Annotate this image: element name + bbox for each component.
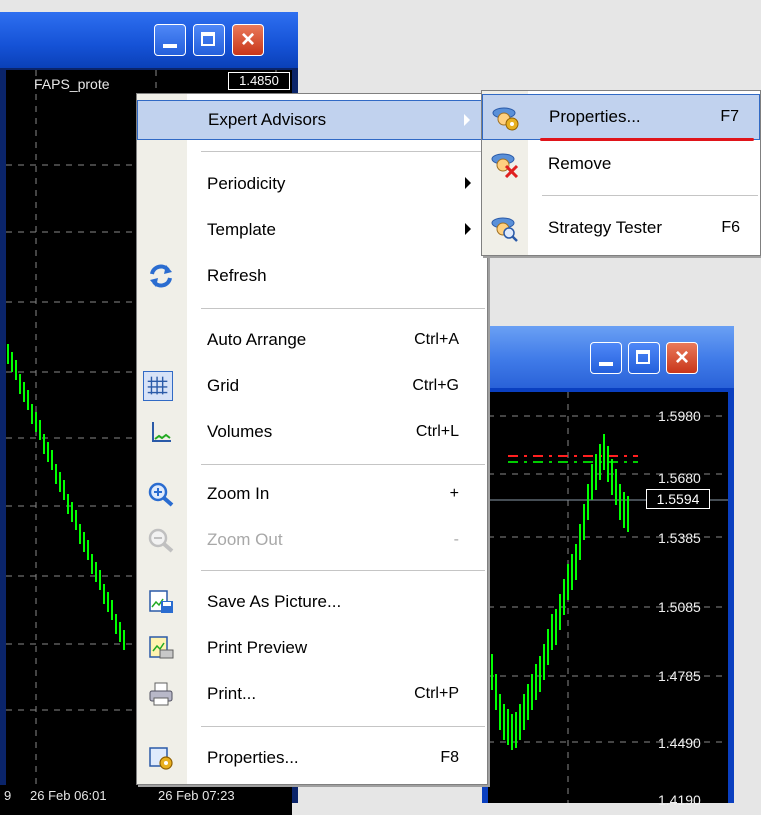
menu-separator	[201, 464, 485, 465]
annotation-underline	[540, 138, 754, 141]
price-axis-right: 1.5980 1.5680 1.5594 1.5385 1.5085 1.478…	[646, 392, 716, 808]
properties-icon	[149, 747, 173, 770]
menu-item-label: Grid	[207, 376, 240, 395]
menu-separator	[201, 151, 485, 152]
expert-properties-icon	[492, 107, 519, 131]
refresh-icon	[150, 264, 172, 288]
menu-item-label: Volumes	[207, 422, 273, 441]
grid-checked-indicator	[143, 371, 173, 401]
strategy-tester-icon	[491, 217, 518, 242]
close-icon: ×	[240, 26, 255, 53]
chart-window-right-titlebar[interactable]: ×	[482, 326, 734, 388]
menu-item-auto-arrange[interactable]: Auto Arrange Ctrl+A	[137, 320, 487, 360]
submenu-item-properties[interactable]: Properties... F7	[482, 94, 760, 140]
submenu-item-shortcut: F6	[721, 219, 740, 236]
close-button[interactable]: ×	[232, 24, 264, 56]
menu-item-label: Refresh	[207, 266, 267, 285]
menu-item-shortcut: Ctrl+A	[414, 331, 459, 348]
menu-item-zoom-in[interactable]: Zoom In +	[137, 474, 487, 514]
save-picture-icon	[149, 590, 173, 613]
menu-item-shortcut: Ctrl+G	[412, 377, 459, 394]
price-label: 1.4190	[658, 792, 701, 808]
maximize-button[interactable]	[628, 342, 660, 374]
menu-item-label: Template	[207, 220, 276, 239]
volumes-icon	[152, 422, 171, 442]
current-price-tag: 1.5594	[646, 489, 710, 509]
menu-item-shortcut: Ctrl+L	[415, 423, 459, 440]
print-icon	[149, 682, 173, 706]
print-preview-icon	[149, 636, 174, 659]
menu-item-shortcut: +	[449, 485, 459, 502]
menu-item-print-preview[interactable]: Print Preview	[137, 628, 487, 668]
menu-item-label: Save As Picture...	[207, 592, 342, 611]
submenu-item-remove[interactable]: Remove	[482, 141, 760, 187]
minimize-button[interactable]	[590, 342, 622, 374]
menu-item-label: Zoom In	[207, 484, 270, 503]
menu-item-grid[interactable]: Grid Ctrl+G	[137, 366, 487, 406]
menu-item-expert-advisors[interactable]: Expert Advisors	[137, 100, 487, 140]
minimize-icon	[599, 362, 613, 366]
menu-item-shortcut: Ctrl+P	[414, 685, 459, 702]
zoom-in-icon	[148, 482, 174, 507]
price-label: 1.5680	[658, 470, 701, 486]
time-axis-left: 9 26 Feb 06:01 26 Feb 07:23	[0, 785, 292, 815]
menu-item-label: Expert Advisors	[208, 110, 327, 129]
time-label: 26 Feb 06:01	[30, 788, 107, 803]
price-label: 1.5980	[658, 408, 701, 424]
submenu-arrow-icon	[465, 223, 471, 235]
chart-context-menu: Expert Advisors Periodicity Template Ref…	[136, 93, 488, 785]
submenu-separator	[542, 195, 758, 196]
submenu-item-label: Strategy Tester	[548, 218, 663, 237]
menu-item-save-as-picture[interactable]: Save As Picture...	[137, 582, 487, 622]
menu-item-label: Zoom Out	[207, 530, 283, 549]
zoom-out-icon	[148, 528, 174, 553]
price-tag: 1.4850	[228, 72, 290, 90]
menu-item-print[interactable]: Print... Ctrl+P	[137, 674, 487, 714]
expert-advisor-label: FAPS_prote	[34, 76, 110, 92]
menu-item-shortcut: -	[453, 531, 459, 548]
menu-separator	[201, 726, 485, 727]
submenu-arrow-icon	[464, 114, 470, 126]
close-icon: ×	[674, 344, 689, 371]
menu-item-label: Print Preview	[207, 638, 308, 657]
menu-item-refresh[interactable]: Refresh	[137, 256, 487, 296]
menu-item-label: Auto Arrange	[207, 330, 307, 349]
expert-remove-icon	[491, 153, 519, 178]
menu-item-volumes[interactable]: Volumes Ctrl+L	[137, 412, 487, 452]
submenu-item-shortcut: F7	[720, 108, 739, 125]
menu-item-template[interactable]: Template	[137, 210, 487, 250]
menu-item-shortcut: F8	[440, 749, 459, 766]
time-label: 9	[4, 788, 12, 803]
maximize-button[interactable]	[193, 24, 225, 56]
menu-item-label: Print...	[207, 684, 257, 703]
menu-item-properties[interactable]: Properties... F8	[137, 738, 487, 778]
expert-advisors-submenu: Properties... F7 Remove Strategy Tester …	[481, 90, 761, 256]
minimize-button[interactable]	[154, 24, 186, 56]
submenu-item-strategy-tester[interactable]: Strategy Tester F6	[482, 205, 760, 251]
submenu-item-label: Properties...	[549, 107, 641, 126]
minimize-icon	[163, 44, 177, 48]
submenu-arrow-icon	[465, 177, 471, 189]
chart-window-left-titlebar[interactable]: ×	[0, 12, 298, 68]
price-label: 1.4785	[658, 668, 701, 684]
grid-icon	[147, 376, 168, 395]
menu-item-label: Periodicity	[207, 174, 286, 193]
menu-separator	[201, 570, 485, 571]
submenu-item-label: Remove	[548, 154, 612, 173]
menu-item-label: Properties...	[207, 748, 299, 767]
menu-separator	[201, 308, 485, 309]
maximize-icon	[201, 32, 215, 46]
price-label: 1.4490	[658, 735, 701, 751]
menu-item-zoom-out: Zoom Out -	[137, 520, 487, 560]
price-label: 1.5085	[658, 599, 701, 615]
menu-item-periodicity[interactable]: Periodicity	[137, 164, 487, 204]
price-label: 1.5385	[658, 530, 701, 546]
maximize-icon	[636, 350, 650, 364]
time-label: 26 Feb 07:23	[158, 788, 235, 803]
close-button[interactable]: ×	[666, 342, 698, 374]
